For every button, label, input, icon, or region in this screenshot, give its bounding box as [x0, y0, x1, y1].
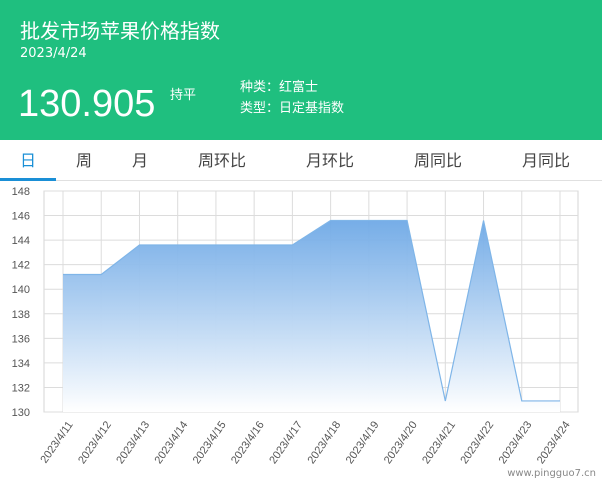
change-status: 持平 [170, 88, 197, 103]
data-point [291, 244, 294, 247]
tab-day[interactable]: 日 [0, 140, 56, 181]
data-point [62, 273, 65, 276]
index-type-label: 类型：日定基指数 [240, 101, 345, 116]
page-title: 批发市场苹果价格指数 [20, 19, 220, 43]
date-label: 2023/4/24 [20, 46, 87, 61]
data-point [482, 219, 485, 222]
tab-week-on-week[interactable]: 周环比 [180, 140, 264, 181]
data-point [559, 399, 562, 402]
data-point [138, 244, 141, 247]
x-tick-label: 2023/4/18 [305, 419, 343, 466]
chart-area: 130 132 134 136 138 140 142 144 146 148 2023/4/11 2… [0, 181, 602, 484]
x-tick-label: 2023/4/20 [382, 419, 420, 466]
y-tick-label: 146 [12, 211, 30, 223]
data-point [520, 399, 523, 402]
data-point [100, 273, 103, 276]
x-tick-label: 2023/4/23 [497, 419, 535, 466]
y-tick-label: 142 [12, 260, 30, 272]
x-tick-label: 2023/4/17 [267, 419, 305, 466]
price-index-chart: 1301321341361381401421441461482023/4/11 2… [12, 186, 579, 466]
tab-month[interactable]: 月 [112, 140, 168, 181]
x-tick-label: 2023/4/22 [458, 419, 496, 466]
tab-week-year-on-year[interactable]: 周同比 [396, 140, 480, 181]
data-point [176, 244, 179, 247]
data-point [406, 219, 409, 222]
x-tick-label: 2023/4/13 [114, 419, 152, 466]
x-tick-label: 2023/4/11 [38, 419, 75, 465]
data-point [214, 244, 217, 247]
tab-month-on-month[interactable]: 月环比 [288, 140, 372, 181]
y-tick-label: 144 [12, 235, 30, 247]
tab-week[interactable]: 周 [56, 140, 112, 181]
y-tick-label: 130 [12, 407, 30, 419]
y-tick-label: 134 [12, 358, 30, 370]
x-tick-label: 2023/4/12 [76, 419, 114, 466]
price-value: 130.905 [18, 83, 156, 125]
data-point [253, 244, 256, 247]
watermark: www.pingguo7.cn [507, 468, 596, 479]
x-tick-label: 2023/4/24 [535, 419, 573, 466]
x-tick-label: 2023/4/14 [153, 419, 191, 466]
y-tick-label: 132 [12, 382, 30, 394]
x-tick-label: 2023/4/15 [191, 419, 229, 466]
header-panel: 批发市场苹果价格指数 2023/4/24 130.905 持平 种类：红富士 类… [0, 0, 602, 140]
x-tick-label: 2023/4/16 [229, 419, 267, 466]
series-area-fill [63, 220, 560, 412]
x-tick-label: 2023/4/19 [344, 419, 382, 466]
variety-label: 种类：红富士 [240, 80, 319, 95]
tab-month-year-on-year[interactable]: 月同比 [504, 140, 588, 181]
y-tick-label: 136 [12, 333, 30, 345]
data-point [444, 399, 447, 402]
y-tick-label: 148 [12, 186, 30, 198]
data-point [329, 219, 332, 222]
data-point [367, 219, 370, 222]
x-tick-label: 2023/4/21 [420, 419, 458, 466]
period-tabs: 日 周 月 周环比 月环比 周同比 月同比 [0, 140, 602, 181]
y-tick-label: 140 [12, 284, 30, 296]
y-tick-label: 138 [12, 309, 30, 321]
